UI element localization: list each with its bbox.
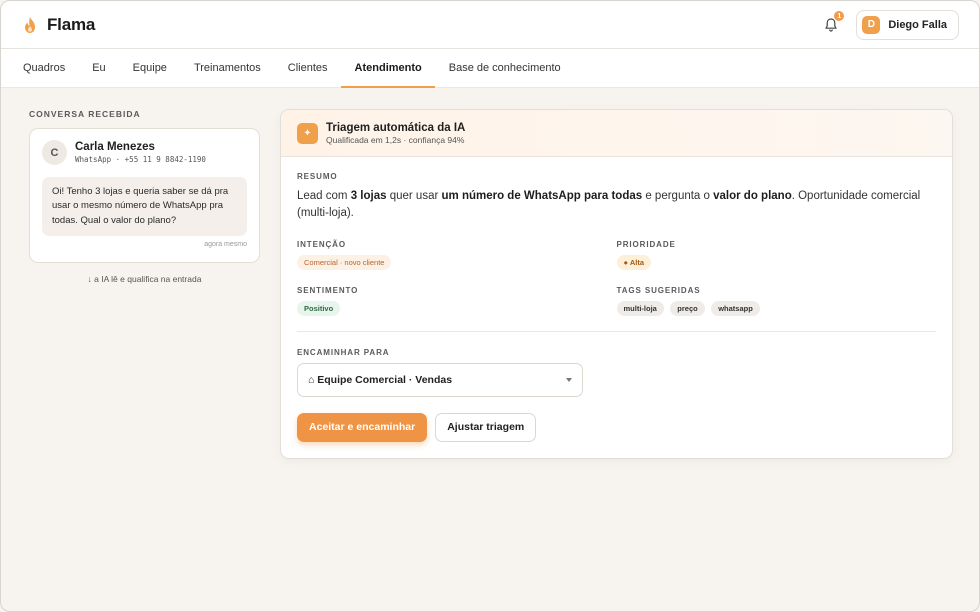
- intent-label: INTENÇÃO: [297, 239, 346, 249]
- tag-chip[interactable]: whatsapp: [711, 300, 760, 316]
- nav-tab-treinamentos[interactable]: Treinamentos: [180, 49, 274, 87]
- triage-title: Triagem automática da IA: [326, 121, 466, 134]
- sentiment-label: SENTIMENTO: [297, 285, 359, 295]
- summary-highlight: 3 lojas: [350, 190, 387, 202]
- contact-channel-phone: WhatsApp · +55 11 9 8842-1190: [75, 155, 206, 164]
- user-name: Diego Falla: [888, 18, 947, 31]
- contact-avatar: C: [42, 140, 67, 165]
- summary-highlight: um número de WhatsApp para todas: [441, 190, 643, 202]
- forward-team-value: ⌂ Equipe Comercial · Vendas: [308, 373, 453, 386]
- nav-tab-quadros[interactable]: Quadros: [23, 49, 79, 87]
- summary-label: RESUMO: [297, 172, 338, 181]
- flow-note: ↓ a IA lê e qualifica na entrada: [87, 274, 202, 284]
- user-avatar: D: [862, 15, 881, 34]
- triage-header: ✦ Triagem automática da IA Qualificada e…: [281, 110, 952, 157]
- message-bubble: Oi! Tenho 3 lojas e queria saber se dá p…: [42, 177, 247, 236]
- priority-label: PRIORIDADE: [616, 239, 676, 249]
- contact-name: Carla Menezes: [75, 141, 155, 153]
- forward-team-select[interactable]: ⌂ Equipe Comercial · Vendas: [297, 362, 583, 397]
- ai-triage-panel: ✦ Triagem automática da IA Qualificada e…: [280, 109, 953, 459]
- notification-count-badge: 1: [833, 9, 846, 22]
- accept-and-forward-button[interactable]: Aceitar e encaminhar: [297, 412, 428, 442]
- sparkle-icon: ✦: [297, 122, 318, 144]
- chevron-down-icon: [566, 377, 572, 382]
- nav-tab-eu[interactable]: Eu: [79, 49, 119, 87]
- main-nav: Quadros Eu Equipe Treinamentos Clientes …: [1, 49, 979, 88]
- app-logo[interactable]: Flama: [23, 15, 95, 35]
- priority-badge: ● Alta: [616, 254, 652, 270]
- tags-label: TAGS SUGERIDAS: [616, 285, 701, 295]
- summary-part: e pergunta o: [642, 190, 714, 202]
- message-card[interactable]: C Carla Menezes WhatsApp · +55 11 9 8842…: [29, 128, 260, 263]
- tag-chip[interactable]: multi-loja: [616, 300, 664, 316]
- summary-highlight: valor do plano: [713, 190, 792, 202]
- nav-tab-equipe[interactable]: Equipe: [119, 49, 180, 87]
- incoming-conversation: CONVERSA RECEBIDA C Carla Menezes WhatsA…: [29, 109, 260, 284]
- sentiment-badge: Positivo: [297, 300, 341, 316]
- section-label: CONVERSA RECEBIDA: [29, 109, 141, 119]
- flame-icon: [25, 16, 35, 33]
- intent-badge: Comercial · novo cliente: [297, 254, 392, 270]
- summary-part: Lead com: [297, 190, 351, 202]
- triage-subtitle: Qualificada em 1,2s · confiança 94%: [326, 134, 465, 145]
- notifications-button[interactable]: 1: [820, 9, 846, 36]
- app-window: Flama 1 D Diego Falla Quadros Eu Equipe …: [0, 0, 980, 612]
- nav-tab-clientes[interactable]: Clientes: [274, 49, 341, 87]
- forward-label: ENCAMINHAR PARA: [297, 347, 390, 357]
- message-timestamp: agora mesmo: [204, 240, 247, 248]
- tag-chip[interactable]: preço: [670, 300, 705, 316]
- nav-tab-atendimento[interactable]: Atendimento: [341, 49, 436, 88]
- adjust-triage-button[interactable]: Ajustar triagem: [435, 412, 537, 442]
- nav-tab-base-de-conhecimento[interactable]: Base de conhecimento: [435, 49, 574, 87]
- top-header: Flama 1 D Diego Falla: [1, 1, 979, 49]
- user-menu-button[interactable]: D Diego Falla: [856, 9, 959, 40]
- summary-text: Lead com 3 lojas quer usar um número de …: [297, 188, 936, 223]
- divider: [297, 330, 936, 332]
- summary-part: quer usar: [386, 190, 442, 202]
- app-name: Flama: [47, 14, 96, 34]
